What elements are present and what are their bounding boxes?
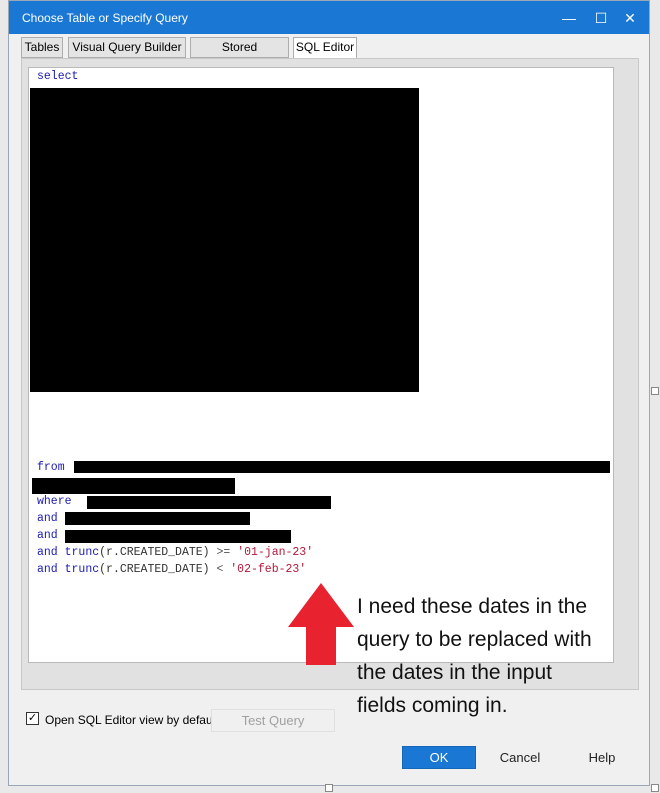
resize-handle[interactable] bbox=[651, 784, 659, 792]
sql-column: (r.CREATED_DATE) bbox=[99, 546, 210, 559]
tab-tables[interactable]: Tables bbox=[21, 37, 63, 58]
close-icon[interactable]: ✕ bbox=[615, 7, 645, 29]
sql-date-line-2: and trunc(r.CREATED_DATE) < '02-feb-23' bbox=[37, 561, 306, 578]
sql-and-keyword: and bbox=[37, 546, 58, 559]
sql-and-keyword: and bbox=[37, 512, 58, 525]
resize-handle[interactable] bbox=[651, 387, 659, 395]
redacted-block bbox=[65, 530, 291, 543]
sql-and-keyword: and bbox=[37, 529, 58, 542]
title-bar[interactable]: Choose Table or Specify Query — ☐ ✕ bbox=[9, 1, 649, 34]
redacted-block bbox=[30, 88, 419, 392]
sql-column: (r.CREATED_DATE) bbox=[99, 563, 210, 576]
sql-trunc-function: trunc bbox=[64, 563, 100, 576]
maximize-icon[interactable]: ☐ bbox=[586, 7, 616, 29]
annotation-line: the dates in the input bbox=[357, 661, 552, 684]
arrow-shape bbox=[288, 583, 354, 665]
test-query-button[interactable]: Test Query bbox=[211, 709, 335, 732]
sql-date-literal: '02-feb-23' bbox=[230, 563, 307, 576]
ok-button[interactable]: OK bbox=[402, 746, 476, 769]
sql-from-keyword: from bbox=[37, 461, 65, 474]
cancel-button[interactable]: Cancel bbox=[483, 746, 557, 769]
minimize-icon[interactable]: — bbox=[554, 7, 584, 29]
tab-sql-editor[interactable]: SQL Editor bbox=[293, 37, 357, 60]
help-button[interactable]: Help bbox=[565, 746, 639, 769]
redacted-block bbox=[87, 496, 331, 509]
tab-visual-query-builder[interactable]: Visual Query Builder bbox=[68, 37, 186, 58]
sql-select-keyword: select bbox=[37, 70, 79, 83]
redacted-block bbox=[32, 478, 235, 494]
tab-stored-procedures[interactable]: Stored Procedures bbox=[190, 37, 289, 73]
window-title: Choose Table or Specify Query bbox=[22, 11, 188, 25]
annotation-text: I need these dates in the query to be re… bbox=[357, 590, 653, 722]
annotation-line: fields coming in. bbox=[357, 694, 508, 717]
resize-handle[interactable] bbox=[325, 784, 333, 792]
redacted-block bbox=[65, 512, 250, 525]
sql-date-line-1: and trunc(r.CREATED_DATE) >= '01-jan-23' bbox=[37, 544, 313, 561]
sql-operator: >= bbox=[216, 546, 231, 559]
open-sql-editor-checkbox[interactable]: ✓ bbox=[26, 712, 39, 725]
sql-date-literal: '01-jan-23' bbox=[237, 546, 314, 559]
sql-editor[interactable]: select from where and and and trunc(r.CR… bbox=[28, 67, 614, 663]
redacted-block bbox=[74, 461, 610, 473]
red-arrow-icon bbox=[288, 583, 354, 665]
checkbox-label: Open SQL Editor view by default bbox=[45, 713, 219, 727]
sql-and-keyword: and bbox=[37, 563, 58, 576]
sql-trunc-function: trunc bbox=[64, 546, 100, 559]
sql-where-keyword: where bbox=[37, 495, 72, 508]
annotation-line: query to be replaced with bbox=[357, 628, 592, 651]
sql-operator: < bbox=[216, 563, 224, 576]
annotation-line: I need these dates in the bbox=[357, 595, 588, 618]
